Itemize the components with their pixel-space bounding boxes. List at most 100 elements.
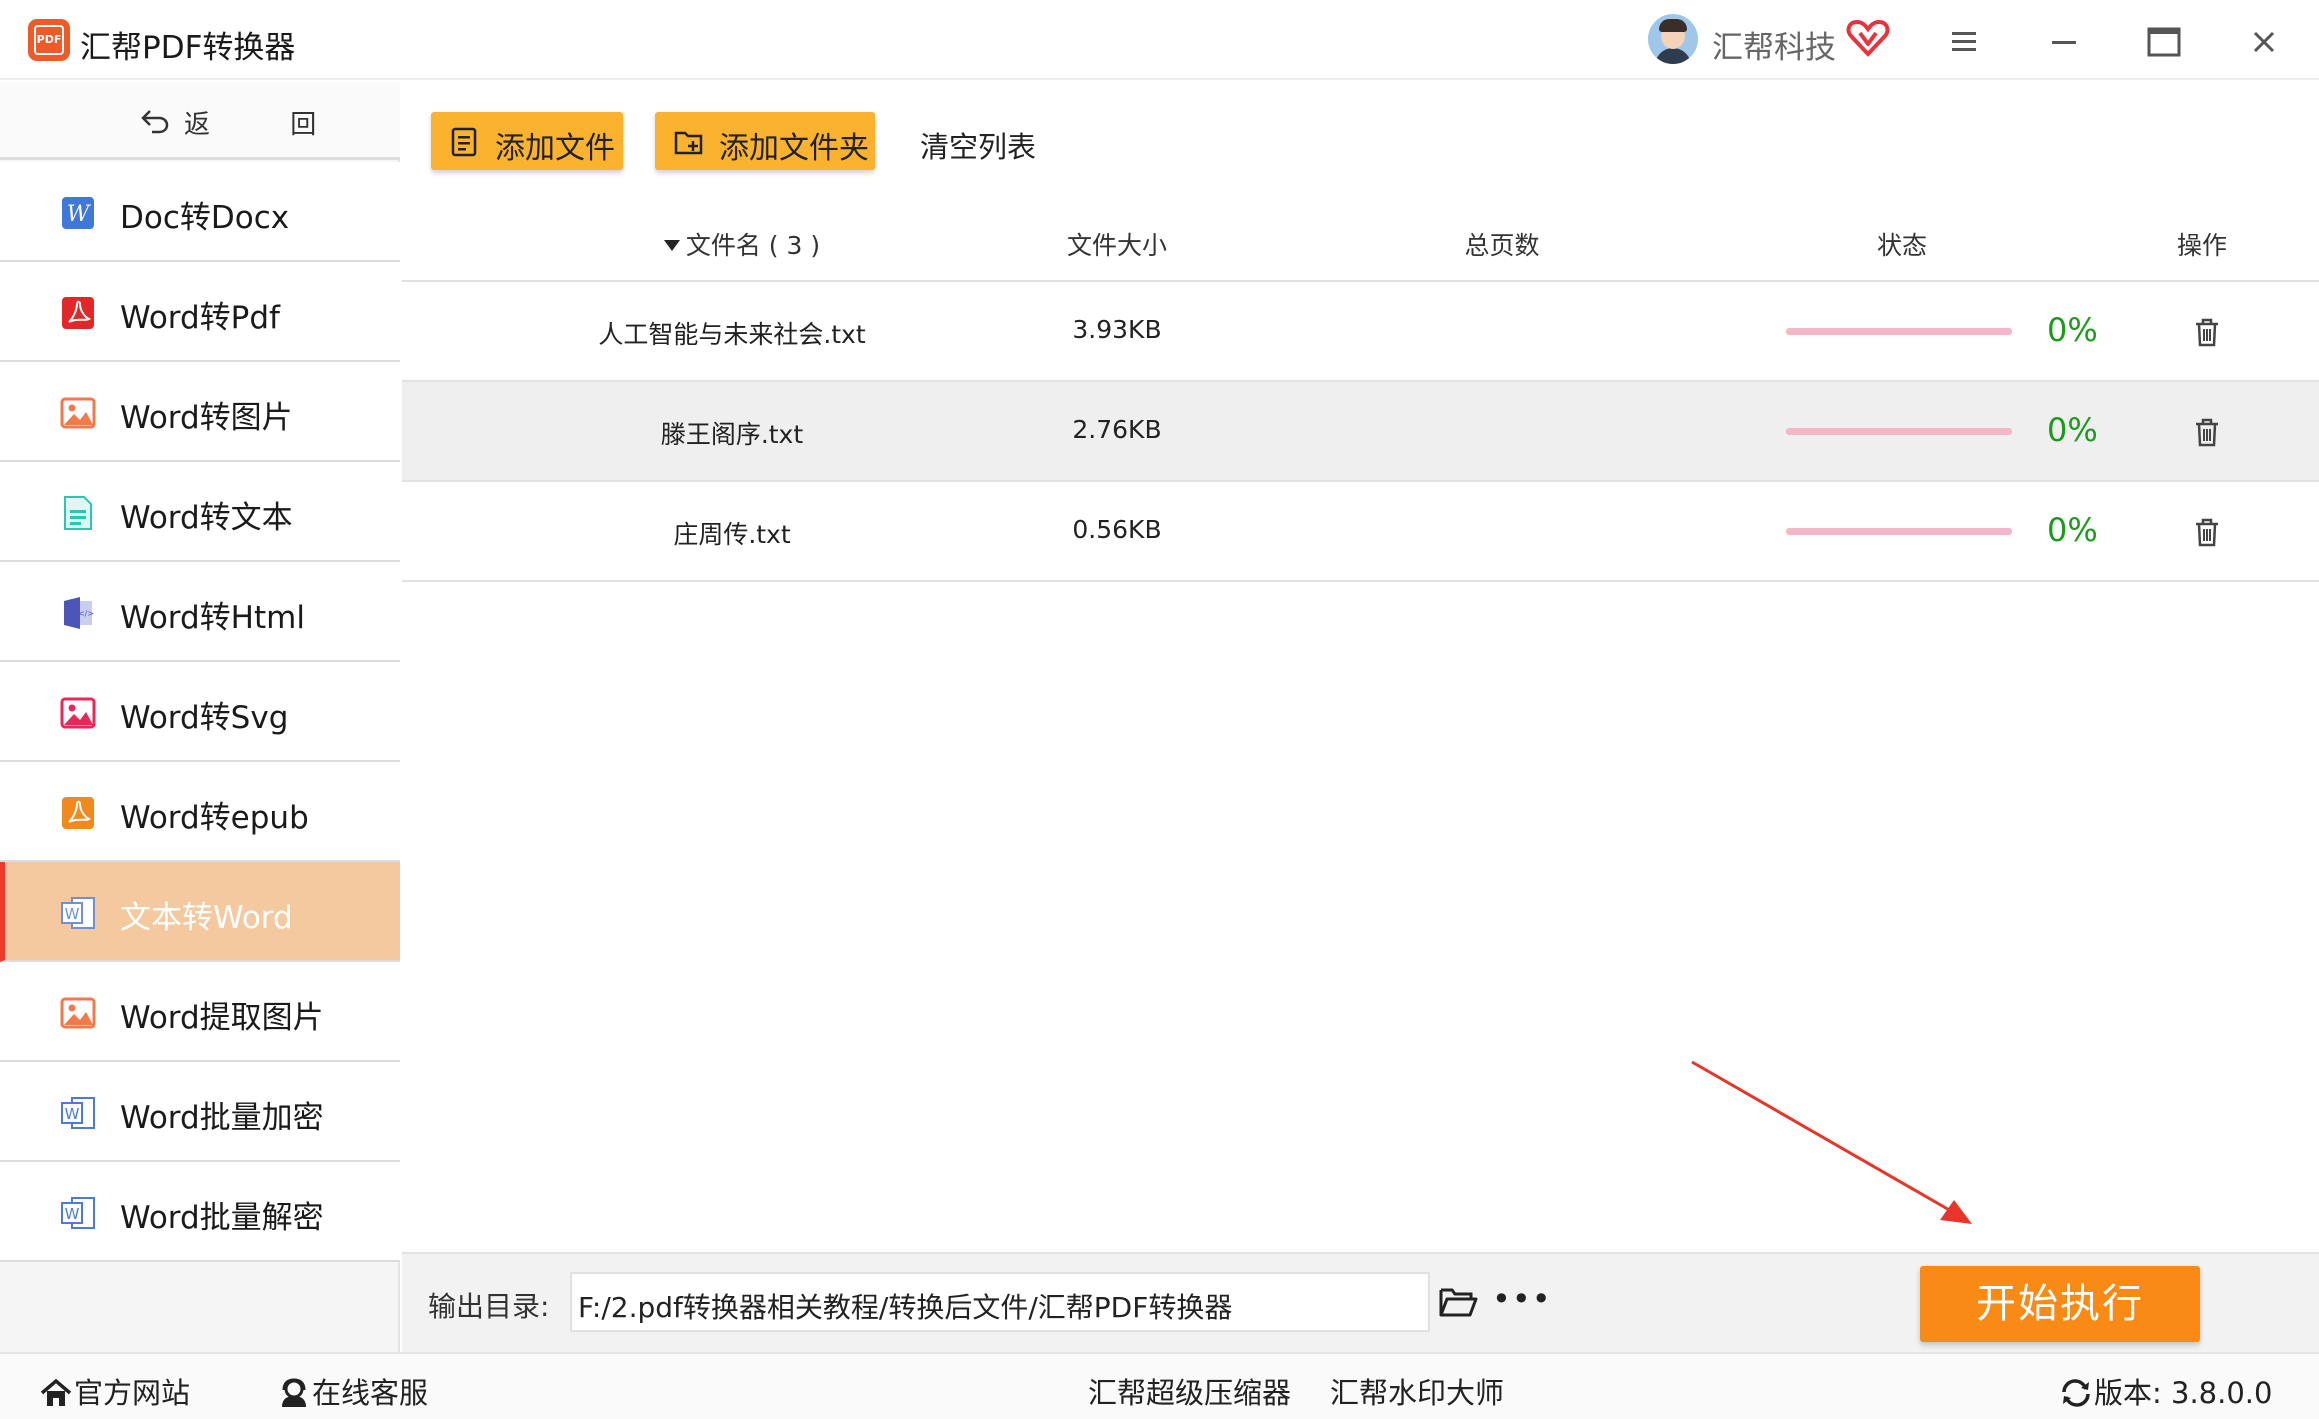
svg-image-icon	[60, 697, 96, 729]
table-header: 文件名 ( 3 ) 文件大小 总页数 状态 操作	[402, 204, 2319, 282]
file-list-empty-area[interactable]	[402, 582, 2319, 1252]
trash-icon[interactable]	[2192, 316, 2222, 348]
sidebar-item-label: 文本转Word	[120, 900, 293, 936]
customer-service-icon	[282, 1378, 306, 1407]
column-header-filename[interactable]: 文件名 ( 3 )	[582, 226, 902, 262]
sidebar: 返 回 W Doc转Docx Word转Pdf Word转图片 Word转文本 …	[0, 82, 400, 1352]
word-icon: W	[62, 197, 94, 229]
table-row[interactable]: 滕王阁序.txt 2.76KB 0%	[402, 382, 2319, 482]
file-name: 庄周传.txt	[673, 520, 791, 549]
progress-bar	[1786, 328, 2012, 335]
back-label: 返 回	[184, 110, 353, 140]
sort-caret-icon	[663, 240, 680, 251]
pdf-icon	[62, 297, 94, 329]
table-row[interactable]: 人工智能与未来社会.txt 3.93KB 0%	[402, 282, 2319, 382]
sidebar-item-word-batch-decrypt[interactable]: W Word批量解密	[0, 1162, 400, 1262]
sidebar-item-label: Word提取图片	[120, 1000, 324, 1036]
user-name[interactable]: 汇帮科技	[1712, 22, 1836, 67]
minimize-icon[interactable]	[2042, 20, 2086, 64]
sidebar-item-word-to-pdf[interactable]: Word转Pdf	[0, 262, 400, 362]
svg-text:W: W	[65, 1105, 80, 1123]
sidebar-item-doc-to-docx[interactable]: W Doc转Docx	[0, 162, 400, 262]
add-folder-label: 添加文件夹	[719, 131, 869, 166]
file-name: 滕王阁序.txt	[660, 420, 804, 449]
progress-percent: 0%	[2047, 411, 2098, 449]
epub-icon	[62, 797, 94, 829]
sidebar-item-label: Word转文本	[120, 500, 293, 536]
close-icon[interactable]	[2242, 20, 2286, 64]
html-icon: </>	[64, 597, 94, 629]
app-window: PDF 汇帮PDF转换器 汇帮科技 返 回 W Doc转Docx Word转Pd…	[0, 0, 2319, 1419]
output-dir-field[interactable]: F:/2.pdf转换器相关教程/转换后文件/汇帮PDF转换器	[570, 1272, 1430, 1332]
refresh-icon	[2062, 1379, 2090, 1407]
add-folder-icon	[674, 131, 703, 155]
vip-heart-icon[interactable]	[1846, 18, 1890, 58]
title-bar: PDF 汇帮PDF转换器 汇帮科技	[0, 0, 2319, 80]
file-size: 3.93KB	[1072, 315, 1162, 344]
more-options-button[interactable]: •••	[1492, 1280, 1552, 1318]
status-bar: 官方网站 在线客服 汇帮超级压缩器 汇帮水印大师 版本: 3.8.0.0	[0, 1352, 2319, 1419]
sidebar-item-word-to-image[interactable]: Word转图片	[0, 362, 400, 462]
sidebar-item-word-to-svg[interactable]: Word转Svg	[0, 662, 400, 762]
add-folder-button[interactable]: 添加文件夹	[655, 112, 875, 170]
home-icon	[40, 1378, 72, 1406]
image-icon	[60, 397, 96, 429]
sidebar-item-label: Word转Svg	[120, 700, 289, 736]
sidebar-item-label: Word转Html	[120, 600, 305, 636]
svg-text:W: W	[65, 1205, 80, 1223]
file-name: 人工智能与未来社会.txt	[598, 320, 866, 349]
compressor-link[interactable]: 汇帮超级压缩器	[1088, 1370, 1291, 1412]
add-file-icon	[451, 127, 477, 157]
sidebar-item-text-to-word[interactable]: W 文本转Word	[0, 862, 400, 962]
trash-icon[interactable]	[2192, 516, 2222, 548]
sidebar-item-word-to-text[interactable]: Word转文本	[0, 462, 400, 562]
column-header-size: 文件大小	[1066, 231, 1167, 260]
image-icon	[60, 997, 96, 1029]
progress-percent: 0%	[2047, 511, 2098, 549]
output-dir-label: 输出目录:	[428, 1290, 550, 1323]
column-header-pages: 总页数	[1464, 231, 1540, 260]
user-avatar[interactable]	[1648, 14, 1698, 64]
watermark-link[interactable]: 汇帮水印大师	[1330, 1370, 1504, 1412]
sidebar-item-label: Word转Pdf	[120, 300, 280, 336]
maximize-icon[interactable]	[2142, 20, 2186, 64]
sidebar-item-label: Word转epub	[120, 800, 309, 836]
progress-percent: 0%	[2047, 311, 2098, 349]
word-doc-icon: W	[61, 1097, 95, 1129]
sidebar-item-label: Word转图片	[120, 400, 293, 436]
sidebar-item-word-extract-images[interactable]: Word提取图片	[0, 962, 400, 1062]
word-doc-icon: W	[61, 1197, 95, 1229]
annotation-arrow-icon	[1691, 1060, 1972, 1224]
version-info[interactable]: 版本: 3.8.0.0	[2060, 1370, 2272, 1412]
add-file-label: 添加文件	[495, 131, 615, 166]
open-folder-icon[interactable]	[1438, 1284, 1478, 1320]
back-button[interactable]: 返 回	[0, 82, 400, 160]
svg-text:W: W	[67, 202, 92, 227]
file-size: 2.76KB	[1072, 415, 1162, 444]
app-title: 汇帮PDF转换器	[80, 30, 296, 66]
app-logo-icon: PDF	[28, 19, 70, 61]
column-header-operations: 操作	[2176, 231, 2227, 260]
sidebar-item-label: Word批量加密	[120, 1100, 324, 1136]
column-header-status: 状态	[1876, 231, 1927, 260]
back-arrow-icon	[141, 110, 169, 134]
sidebar-item-label: Word批量解密	[120, 1200, 324, 1236]
menu-icon[interactable]	[1942, 20, 1986, 64]
svg-text:</>: </>	[78, 609, 94, 618]
output-bar: 输出目录: F:/2.pdf转换器相关教程/转换后文件/汇帮PDF转换器 •••…	[402, 1252, 2319, 1352]
sidebar-item-label: Doc转Docx	[120, 200, 290, 236]
add-file-button[interactable]: 添加文件	[431, 112, 623, 170]
start-button[interactable]: 开始执行	[1920, 1266, 2200, 1342]
svg-text:W: W	[65, 905, 80, 923]
file-size: 0.56KB	[1072, 515, 1162, 544]
sidebar-item-word-to-epub[interactable]: Word转epub	[0, 762, 400, 862]
progress-bar	[1786, 428, 2012, 435]
word-doc-icon: W	[61, 897, 95, 929]
sidebar-item-word-batch-encrypt[interactable]: W Word批量加密	[0, 1062, 400, 1162]
official-website-link[interactable]: 官方网站	[40, 1370, 190, 1412]
online-service-link[interactable]: 在线客服	[278, 1370, 428, 1412]
sidebar-item-word-to-html[interactable]: </> Word转Html	[0, 562, 400, 662]
table-row[interactable]: 庄周传.txt 0.56KB 0%	[402, 482, 2319, 582]
trash-icon[interactable]	[2192, 416, 2222, 448]
clear-list-button[interactable]: 清空列表	[920, 124, 1036, 166]
